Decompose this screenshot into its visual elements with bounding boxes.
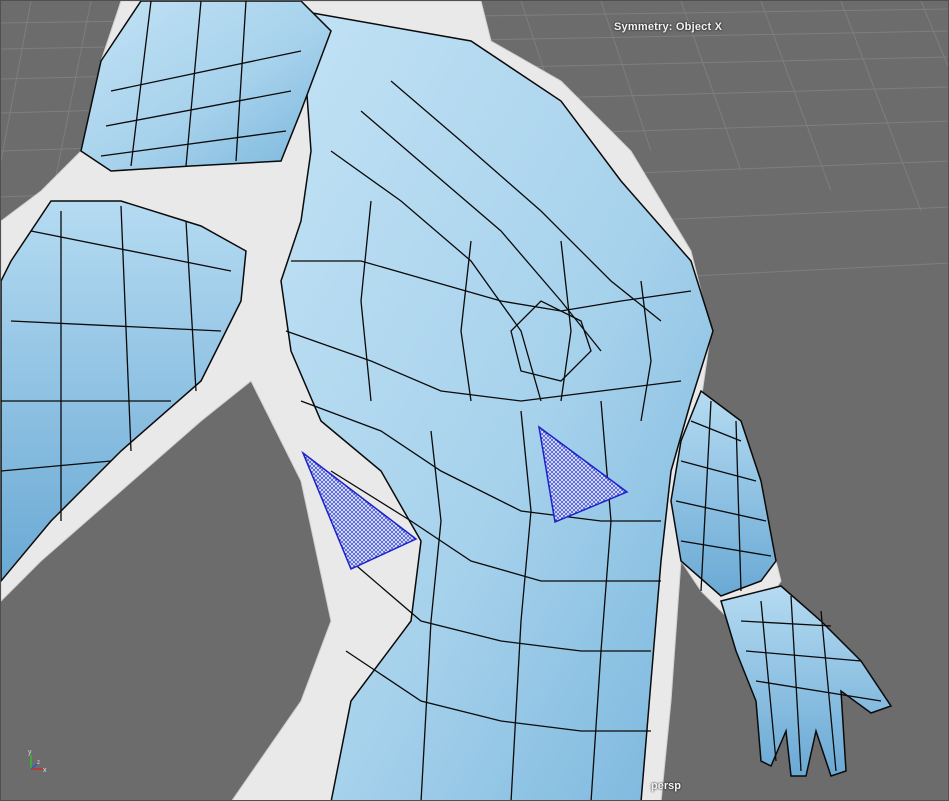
axis-gizmo-icon: y x z xyxy=(28,749,47,773)
axis-z-label: z xyxy=(37,760,40,766)
symmetry-status-label: Symmetry: Object X xyxy=(614,21,723,33)
character-mesh[interactable] xyxy=(1,1,949,801)
camera-name-label: persp xyxy=(651,780,681,792)
hand-panel xyxy=(720,585,893,777)
axis-y-label: y xyxy=(28,749,32,756)
axis-x-label: x xyxy=(43,767,47,773)
perspective-viewport[interactable]: Symmetry: Object X persp y x z xyxy=(0,0,949,801)
